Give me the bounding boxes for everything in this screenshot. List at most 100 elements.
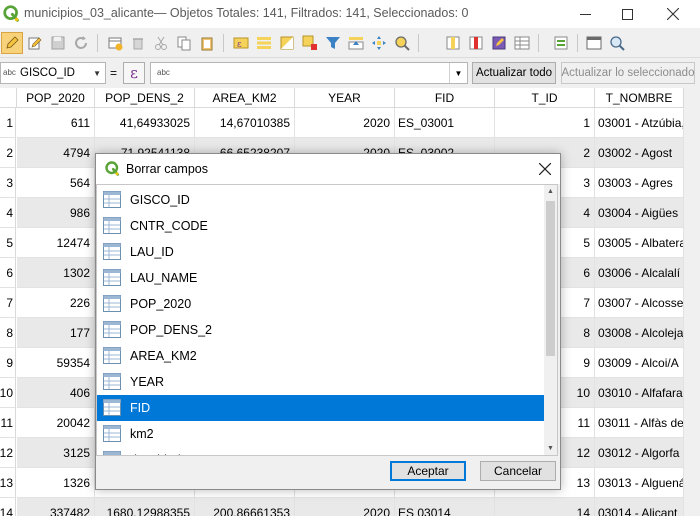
fields-list-scrollbar[interactable]: ▲ ▼ [544,185,557,455]
toggle-editing-button[interactable] [1,32,23,54]
scrollbar-thumb[interactable] [546,201,555,356]
cell-area-km2[interactable]: 14,67010385 [195,108,295,138]
row-number[interactable]: 10 [0,378,16,408]
cell-pop-2020[interactable]: 337482 [17,498,95,516]
column-header[interactable]: T_NOMBRE [595,88,684,108]
row-number[interactable]: 13 [0,468,16,498]
expression-input[interactable]: abc ▼ [150,62,468,84]
zoom-map-button[interactable] [606,32,628,54]
cell-t-nombre[interactable]: 03012 - Algorfa [595,438,684,468]
row-number[interactable]: 9 [0,348,16,378]
accept-button[interactable]: Aceptar [390,461,466,481]
move-selection-to-top-button[interactable] [345,32,367,54]
cell-t-nombre[interactable]: 03009 - Alcoi/A [595,348,684,378]
expression-builder-button[interactable]: ε [123,62,145,84]
delete-feature-button[interactable] [127,32,149,54]
field-calculator-button[interactable] [488,32,510,54]
update-selected-button[interactable]: Actualizar lo seleccionado [561,62,695,84]
cell-pop-2020[interactable]: 59354 [17,348,95,378]
chevron-down-icon[interactable]: ▼ [449,63,467,83]
row-number[interactable]: 11 [0,408,16,438]
cell-pop-2020[interactable]: 564 [17,168,95,198]
column-header[interactable]: POP_DENS_2 [95,88,195,108]
row-number[interactable]: 6 [0,258,16,288]
pan-to-selection-button[interactable] [368,32,390,54]
field-list-item[interactable]: km2 [97,421,546,447]
row-number[interactable]: 8 [0,318,16,348]
cell-t-nombre[interactable]: 03008 - Alcoleja [595,318,684,348]
actions-button[interactable] [550,32,572,54]
zoom-to-selection-button[interactable] [391,32,413,54]
cell-t-nombre[interactable]: 03003 - Agres [595,168,684,198]
delete-field-button[interactable] [465,32,487,54]
row-number[interactable]: 3 [0,168,16,198]
scroll-down-icon[interactable]: ▼ [544,442,557,455]
cell-t-id[interactable]: 1 [495,108,595,138]
cell-pop-2020[interactable]: 611 [17,108,95,138]
field-list-item[interactable]: densidad [97,447,546,455]
add-feature-button[interactable] [104,32,126,54]
fields-list[interactable]: GISCO_ID CNTR_CODE LAU_ID LAU_NAME POP_2020 P… [96,184,558,456]
column-header[interactable]: FID [395,88,495,108]
conditional-formatting-button[interactable] [511,32,533,54]
corner-header[interactable] [0,88,17,108]
field-list-item[interactable]: YEAR [97,369,546,395]
cell-t-nombre[interactable]: 03002 - Agost [595,138,684,168]
cell-pop-2020[interactable]: 406 [17,378,95,408]
cell-pop-2020[interactable]: 3125 [17,438,95,468]
row-number[interactable]: 12 [0,438,16,468]
cut-button[interactable] [150,32,172,54]
minimize-button[interactable] [562,0,608,28]
paste-button[interactable] [196,32,218,54]
column-header[interactable]: POP_2020 [17,88,95,108]
row-number[interactable]: 7 [0,288,16,318]
cell-pop-2020[interactable]: 12474 [17,228,95,258]
cell-year[interactable]: 2020 [295,498,395,516]
cell-t-nombre[interactable]: 03005 - Albatera [595,228,684,258]
filter-button[interactable] [322,32,344,54]
cell-pop-dens[interactable]: 41,64933025 [95,108,195,138]
column-header[interactable]: T_ID [495,88,595,108]
select-all-button[interactable] [253,32,275,54]
column-header[interactable]: AREA_KM2 [195,88,295,108]
cell-year[interactable]: 2020 [295,108,395,138]
cell-area-km2[interactable]: 200.86661353 [195,498,295,516]
cell-t-nombre[interactable]: 03013 - Alguená [595,468,684,498]
select-by-expression-button[interactable]: ε [230,32,252,54]
close-button[interactable] [646,0,700,28]
cell-fid[interactable]: ES 03014 [395,498,495,516]
cell-t-nombre[interactable]: 03006 - Alcalalí [595,258,684,288]
dialog-close-button[interactable] [530,154,560,184]
cell-pop-2020[interactable]: 20042 [17,408,95,438]
cancel-button[interactable]: Cancelar [480,461,556,481]
cell-pop-2020[interactable]: 177 [17,318,95,348]
row-number[interactable]: 1 [0,108,16,138]
field-list-item[interactable]: POP_2020 [97,291,546,317]
field-list-item[interactable]: GISCO_ID [97,187,546,213]
cell-pop-dens[interactable]: 1680.12988355 [95,498,195,516]
cell-pop-2020[interactable]: 986 [17,198,95,228]
cell-t-nombre[interactable]: 03007 - Alcosser [595,288,684,318]
vertical-scrollbar[interactable] [684,88,700,516]
cell-t-nombre[interactable]: 03011 - Alfàs de [595,408,684,438]
field-list-item[interactable]: POP_DENS_2 [97,317,546,343]
invert-selection-button[interactable] [276,32,298,54]
field-list-item[interactable]: LAU_ID [97,239,546,265]
field-list-item[interactable]: FID [97,395,546,421]
cell-t-nombre[interactable]: 03010 - Alfafara [595,378,684,408]
field-select[interactable]: abc GISCO_ID ▼ [0,62,106,84]
update-all-button[interactable]: Actualizar todo [472,62,556,84]
dock-button[interactable] [583,32,605,54]
new-field-button[interactable] [442,32,464,54]
cell-pop-2020[interactable]: 1302 [17,258,95,288]
column-header[interactable]: YEAR [295,88,395,108]
field-list-item[interactable]: CNTR_CODE [97,213,546,239]
row-number[interactable]: 5 [0,228,16,258]
cell-t-nombre[interactable]: 03004 - Aigües [595,198,684,228]
save-edits-button[interactable] [47,32,69,54]
cell-t-nombre[interactable]: 03014 - Alicant [595,498,684,516]
copy-button[interactable] [173,32,195,54]
cell-t-id[interactable]: 14 [495,498,595,516]
cell-pop-2020[interactable]: 1326 [17,468,95,498]
scroll-up-icon[interactable]: ▲ [544,185,557,198]
